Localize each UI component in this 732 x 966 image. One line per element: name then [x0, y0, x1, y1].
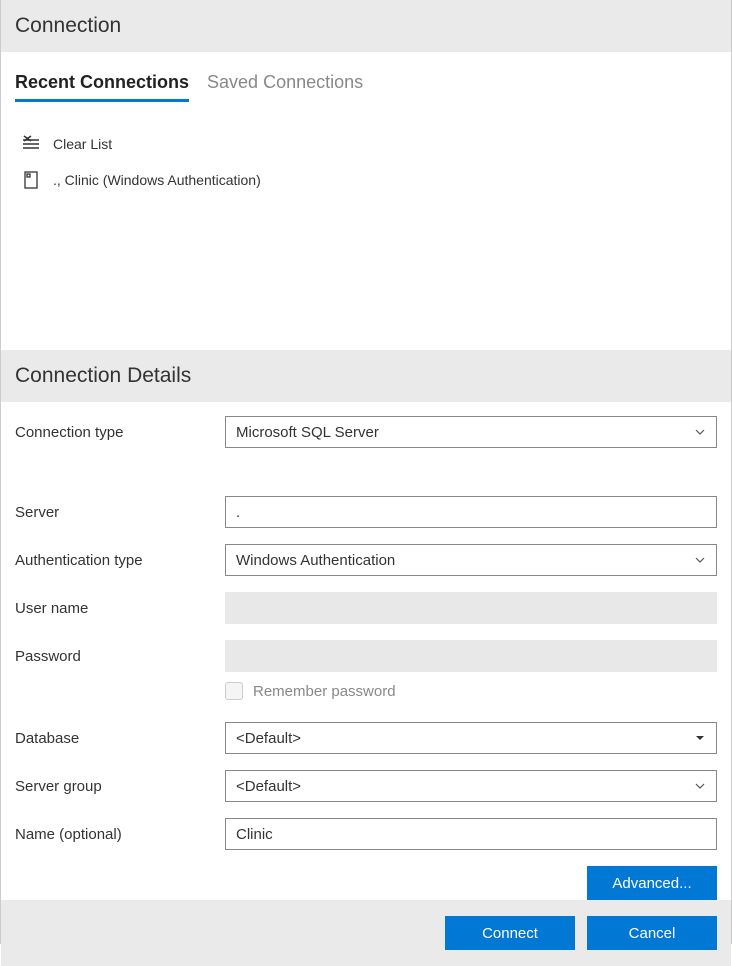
name-label: Name (optional)	[15, 826, 225, 843]
clear-list-icon	[21, 134, 41, 154]
dialog-footer: Connect Cancel	[1, 900, 731, 966]
server-label: Server	[15, 504, 225, 521]
recent-connection-item[interactable]: ., Clinic (Windows Authentication)	[15, 162, 717, 198]
remember-password-checkbox	[225, 682, 243, 700]
password-label: Password	[15, 648, 225, 665]
tab-recent-connections[interactable]: Recent Connections	[15, 72, 189, 102]
caret-down-icon	[694, 732, 706, 744]
server-input[interactable]	[225, 496, 717, 528]
tabs: Recent Connections Saved Connections	[15, 52, 717, 102]
recent-connections-panel: Recent Connections Saved Connections Cle…	[1, 52, 731, 350]
server-group-label: Server group	[15, 778, 225, 795]
remember-password-label: Remember password	[253, 683, 396, 700]
connect-button[interactable]: Connect	[445, 916, 575, 950]
connection-type-value: Microsoft SQL Server	[236, 424, 379, 441]
tab-saved-connections[interactable]: Saved Connections	[207, 72, 363, 102]
auth-type-select[interactable]: Windows Authentication	[225, 544, 717, 576]
name-input[interactable]	[225, 818, 717, 850]
clear-list-label: Clear List	[53, 136, 112, 152]
auth-type-label: Authentication type	[15, 552, 225, 569]
recent-connection-label: ., Clinic (Windows Authentication)	[53, 172, 261, 188]
connection-header: Connection	[1, 0, 731, 52]
database-label: Database	[15, 730, 225, 747]
cancel-button[interactable]: Cancel	[587, 916, 717, 950]
chevron-down-icon	[694, 780, 706, 792]
username-input	[225, 592, 717, 624]
connection-type-label: Connection type	[15, 424, 225, 441]
advanced-button[interactable]: Advanced...	[587, 866, 717, 900]
database-select[interactable]: <Default>	[225, 722, 717, 754]
server-icon	[21, 170, 41, 190]
clear-list-button[interactable]: Clear List	[15, 126, 717, 162]
password-input	[225, 640, 717, 672]
chevron-down-icon	[694, 426, 706, 438]
server-group-value: <Default>	[236, 778, 301, 795]
chevron-down-icon	[694, 554, 706, 566]
connection-details-panel: Connection type Microsoft SQL Server Ser…	[1, 402, 731, 900]
database-value: <Default>	[236, 730, 301, 747]
username-label: User name	[15, 600, 225, 617]
server-group-select[interactable]: <Default>	[225, 770, 717, 802]
auth-type-value: Windows Authentication	[236, 552, 395, 569]
connection-details-header: Connection Details	[1, 350, 731, 402]
connection-type-select[interactable]: Microsoft SQL Server	[225, 416, 717, 448]
